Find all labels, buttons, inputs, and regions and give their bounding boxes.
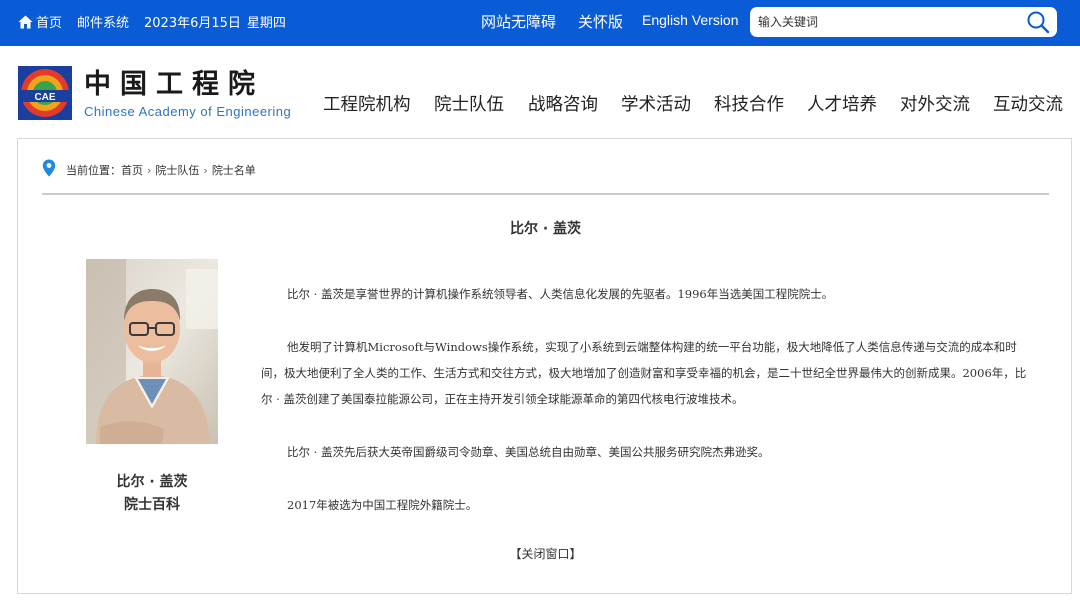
nav-item-academic-activities[interactable]: 学术活动 (621, 91, 691, 116)
academician-encyclopedia-link[interactable]: 院士百科 (86, 494, 218, 514)
close-window-button[interactable]: 【关闭窗口】 (18, 545, 1073, 562)
breadcrumb-academicians[interactable]: 院士队伍 (155, 162, 199, 178)
nav-item-interactive-exchange[interactable]: 互动交流 (993, 91, 1063, 116)
nav-item-tech-cooperation[interactable]: 科技合作 (714, 91, 784, 116)
mail-system-link[interactable]: 邮件系统 (77, 12, 129, 31)
current-date: 2023年6月15日 星期四 (144, 12, 286, 31)
care-mode-link[interactable]: 关怀版 (578, 11, 623, 32)
logo-badge: CAE (34, 92, 55, 103)
home-label: 首页 (36, 16, 63, 31)
date-text: 2023年6月15日 (144, 16, 241, 31)
search-box (750, 7, 1057, 37)
nav-item-academicians[interactable]: 院士队伍 (434, 91, 504, 116)
home-icon (18, 15, 33, 28)
top-bar: 首页 邮件系统 2023年6月15日 星期四 网站无障碍 关怀版 English … (0, 0, 1080, 46)
breadcrumb-home[interactable]: 首页 (121, 162, 143, 178)
chevron-right-icon: › (147, 163, 152, 177)
logo-chinese-name: 中国工程院 (84, 69, 264, 100)
breadcrumb-academician-list[interactable]: 院士名单 (212, 162, 256, 178)
breadcrumb-label: 当前位置： (66, 164, 121, 177)
home-link[interactable]: 首页 (18, 12, 62, 31)
chevron-right-icon: › (203, 163, 208, 177)
content-panel: 当前位置： 首页 › 院士队伍 › 院士名单 比尔 · 盖茨 比尔 · 盖茨 院… (17, 138, 1072, 594)
logo-english-name: Chinese Academy of Engineering (84, 104, 292, 119)
nav-item-talent-training[interactable]: 人才培养 (807, 91, 877, 116)
search-icon[interactable] (1026, 10, 1050, 34)
nav-item-international-exchange[interactable]: 对外交流 (900, 91, 970, 116)
nav-item-strategic-consulting[interactable]: 战略咨询 (528, 91, 598, 116)
bio-paragraph: 他发明了计算机Microsoft与Windows操作系统，实现了小系统到云端整体… (261, 340, 1027, 406)
bio-paragraph: 比尔 · 盖茨是享誉世界的计算机操作系统领导者、人类信息化发展的先驱者。1996… (287, 287, 834, 301)
portrait-photo (86, 259, 218, 444)
academician-name: 比尔 · 盖茨 (116, 474, 188, 490)
search-input[interactable] (758, 12, 1018, 32)
site-header: CAE 中国工程院 Chinese Academy of Engineering… (0, 46, 1080, 138)
breadcrumb: 当前位置： 首页 › 院士队伍 › 院士名单 (42, 159, 256, 178)
weekday-text: 星期四 (246, 16, 286, 31)
page-title: 比尔 · 盖茨 (509, 221, 582, 237)
location-pin-icon (42, 159, 56, 177)
divider (42, 193, 1049, 195)
bio-paragraph: 2017年被选为中国工程院外籍院士。 (287, 498, 478, 512)
nav-item-institution[interactable]: 工程院机构 (323, 91, 411, 116)
bio-paragraph: 比尔 · 盖茨先后获大英帝国爵级司令勋章、美国总统自由勋章、美国公共服务研究院杰… (287, 445, 770, 459)
english-version-link[interactable]: English Version (642, 12, 739, 28)
accessibility-link[interactable]: 网站无障碍 (481, 11, 556, 32)
cae-logo[interactable]: CAE (18, 66, 72, 120)
